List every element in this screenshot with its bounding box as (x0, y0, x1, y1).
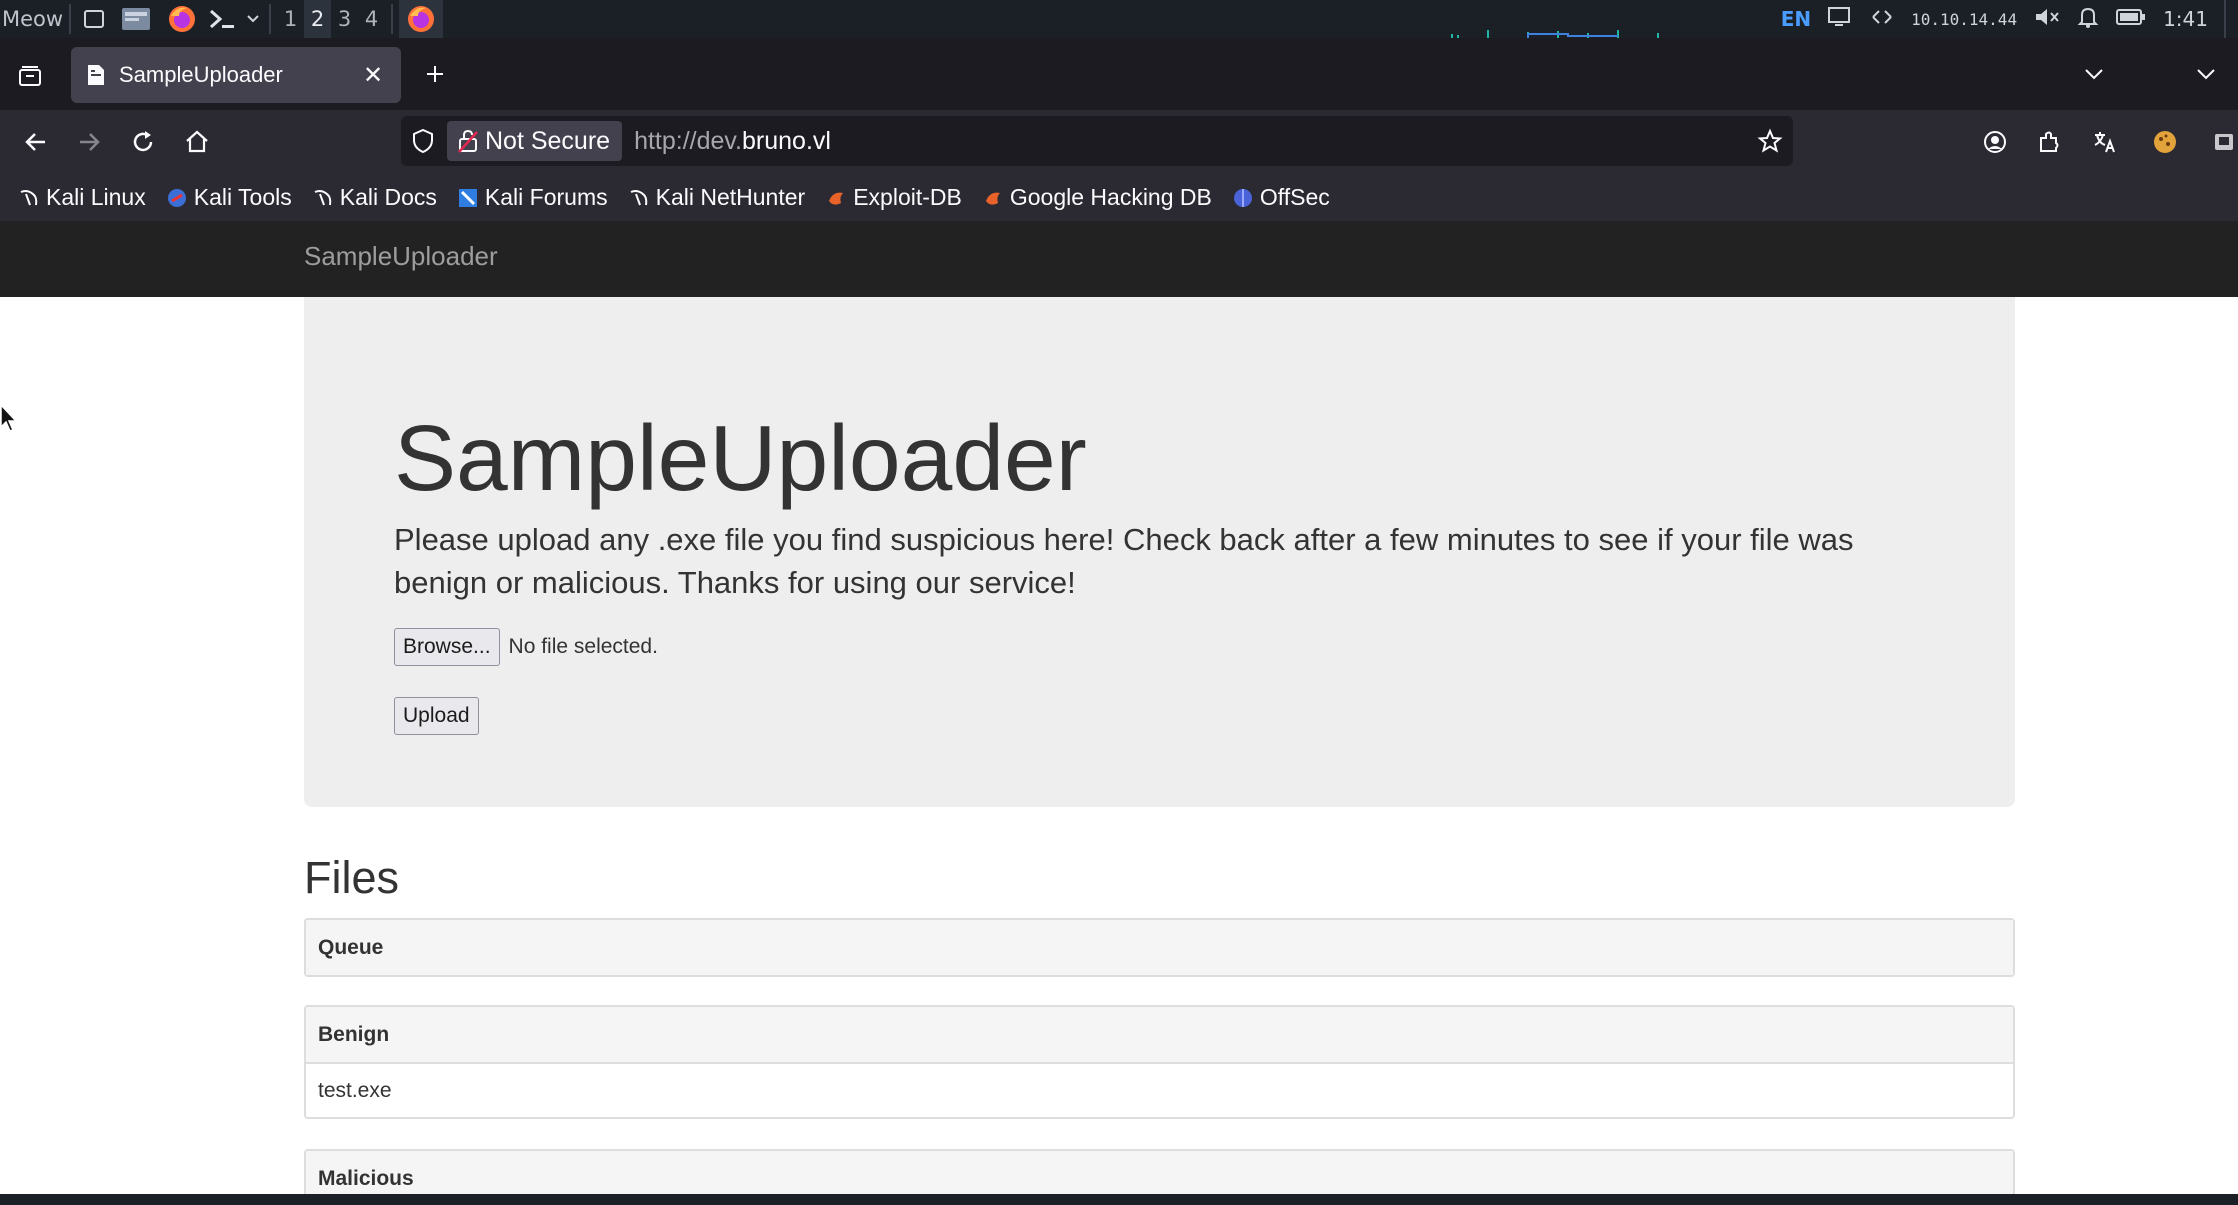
extensions-icon[interactable] (2027, 120, 2071, 164)
files-heading: Files (304, 852, 400, 903)
bookmark-label: Kali NetHunter (655, 184, 806, 210)
site-brand-link[interactable]: SampleUploader (304, 241, 498, 272)
exploit-db-icon (985, 192, 1000, 205)
list-item: test.exe (306, 1062, 2013, 1117)
panel-separator (269, 4, 272, 34)
forward-icon[interactable] (67, 120, 111, 164)
url-text[interactable]: http://dev.bruno.vl (634, 127, 831, 156)
offsec-icon (1233, 188, 1252, 207)
file-input[interactable]: Browse... No file selected. (394, 628, 658, 666)
kali-dragon-icon (630, 189, 647, 205)
tab-bar: SampleUploader ✕ (0, 38, 2238, 110)
insecure-lock-icon (458, 129, 478, 153)
bookmark-kali-forums[interactable]: Kali Forums (457, 184, 608, 211)
upload-button[interactable]: Upload (394, 697, 479, 735)
tab-title: SampleUploader (119, 62, 283, 87)
exploit-db-icon (829, 192, 844, 205)
reload-icon[interactable] (121, 120, 165, 164)
system-tray: EN 10.10.14.44 1:41 (1781, 0, 2238, 38)
account-icon[interactable] (1973, 120, 2017, 164)
kali-dragon-icon (20, 189, 38, 205)
bookmarks-toolbar: Kali Linux Kali Tools Kali Docs Kali For… (0, 174, 2238, 221)
benign-panel-heading: Benign (306, 1007, 2013, 1062)
mouse-cursor-icon (0, 404, 18, 432)
bookmark-label: Google Hacking DB (1009, 184, 1212, 210)
upload-description: Please upload any .exe file you find sus… (394, 522, 1854, 600)
chevron-down-icon[interactable] (243, 0, 263, 38)
workspace-3[interactable]: 3 (331, 0, 358, 38)
bookmark-kali-tools[interactable]: Kali Tools (166, 184, 292, 211)
home-icon[interactable] (175, 120, 219, 164)
bookmark-label: Kali Tools (193, 184, 292, 210)
notification-bell-icon[interactable] (2077, 5, 2099, 33)
volume-muted-icon[interactable] (2033, 5, 2061, 33)
bookmark-kali-linux[interactable]: Kali Linux (18, 184, 146, 211)
navigation-toolbar: Not Secure http://dev.bruno.vl (0, 110, 2238, 174)
bookmark-label: Kali Docs (339, 184, 437, 210)
bookmark-google-hacking-db[interactable]: Google Hacking DB (982, 184, 1212, 211)
bookmark-label: Kali Forums (484, 184, 608, 210)
display-icon[interactable] (1827, 5, 1853, 33)
not-secure-indicator[interactable]: Not Secure (447, 121, 623, 161)
extension-icon[interactable] (2202, 120, 2238, 164)
url-host: bruno.vl (742, 126, 831, 155)
tab-sampleuploader[interactable]: SampleUploader ✕ (71, 47, 401, 103)
firefox-window-icon[interactable] (399, 0, 444, 38)
browse-button[interactable]: Browse... (394, 628, 500, 666)
cookie-extension-icon[interactable] (2143, 120, 2187, 164)
terminal-launcher-icon[interactable] (203, 0, 243, 38)
back-icon[interactable] (14, 120, 58, 164)
battery-icon[interactable] (2115, 6, 2147, 32)
url-bar[interactable]: Not Secure http://dev.bruno.vl (401, 116, 1793, 166)
url-scheme: http://dev. (634, 126, 742, 155)
workspace-4[interactable]: 4 (358, 0, 385, 38)
new-tab-button[interactable] (413, 52, 457, 96)
page-icon (88, 65, 104, 85)
status-bar (0, 1194, 2238, 1205)
ip-address: 10.10.14.44 (1911, 9, 2018, 29)
desktop-panel: Meow 1 2 3 4 EN 10.10.14.44 1:41 (0, 0, 2238, 38)
bookmark-label: OffSec (1259, 184, 1330, 210)
bookmark-label: Kali Linux (46, 184, 146, 210)
upload-jumbotron: SampleUploader Please upload any .exe fi… (304, 297, 2015, 807)
bookmark-label: Exploit-DB (853, 184, 962, 210)
network-graph-icon (1448, 0, 1718, 38)
list-tabs-chevron-icon[interactable] (2072, 52, 2116, 96)
site-navbar: SampleUploader (0, 221, 2238, 297)
tracking-protection-shield-icon[interactable] (411, 128, 435, 154)
panel-separator (69, 4, 72, 34)
bookmark-star-icon[interactable] (1757, 128, 1783, 154)
queue-panel-heading: Queue (306, 920, 2013, 975)
show-desktop-icon[interactable] (77, 0, 111, 38)
tab-overview-icon[interactable] (8, 54, 52, 98)
bookmark-offsec[interactable]: OffSec (1232, 184, 1330, 211)
language-indicator[interactable]: EN (1781, 7, 1811, 31)
workspace-1[interactable]: 1 (277, 0, 304, 38)
close-tab-icon[interactable]: ✕ (357, 59, 389, 91)
clock[interactable]: 1:41 (2163, 7, 2208, 31)
not-secure-label: Not Secure (485, 126, 611, 155)
firefox-launcher-icon[interactable] (161, 0, 203, 38)
file-status-text: No file selected. (508, 635, 658, 658)
chevron-down-icon[interactable] (2184, 52, 2228, 96)
menu-label[interactable]: Meow (2, 7, 63, 31)
translate-icon[interactable] (2083, 120, 2127, 164)
kali-forums-icon (458, 188, 477, 207)
page-title: SampleUploader (394, 406, 1087, 510)
queue-panel: Queue (304, 918, 2015, 977)
bookmark-kali-nethunter[interactable]: Kali NetHunter (628, 184, 806, 211)
file-manager-icon[interactable] (111, 0, 161, 38)
bookmark-exploit-db[interactable]: Exploit-DB (825, 184, 962, 211)
workspace-2[interactable]: 2 (304, 0, 332, 38)
bookmark-kali-docs[interactable]: Kali Docs (312, 184, 437, 211)
panel-edge-icon (2224, 0, 2238, 38)
panel-separator (391, 4, 394, 34)
kali-tools-icon (167, 188, 186, 207)
benign-panel: Benign test.exe (304, 1005, 2015, 1119)
kali-dragon-icon (314, 189, 332, 205)
network-icon[interactable] (1869, 5, 1895, 33)
